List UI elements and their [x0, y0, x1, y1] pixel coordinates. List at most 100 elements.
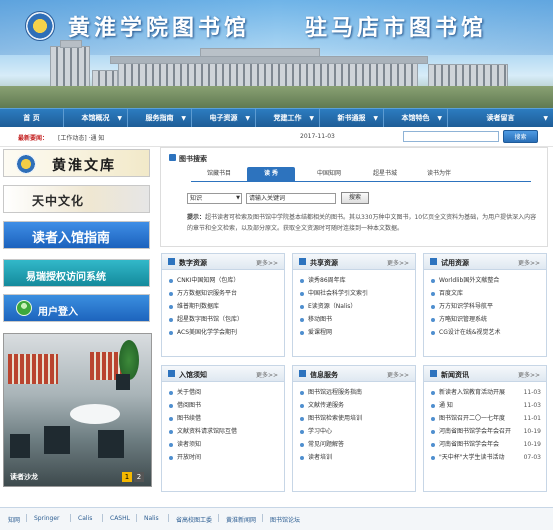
list-item[interactable]: 读者须知	[162, 438, 284, 451]
nav-item-new-books[interactable]: 新书通报 ▼	[320, 109, 384, 128]
nav-item-service-guide[interactable]: 服务指南 ▼	[128, 109, 192, 128]
ticker-text[interactable]: [工作动态] ·通 知	[58, 133, 104, 142]
list-item[interactable]: 万方数据知识服务平台	[162, 287, 284, 300]
news-item[interactable]: 图书馆召开二〇一七年度 11-01	[424, 412, 546, 425]
nav-item-about[interactable]: 本馆概况 ▼	[64, 109, 128, 128]
nav-item-features[interactable]: 本馆特色 ▼	[384, 109, 448, 128]
list-item[interactable]: 图书馆远程服务指南	[293, 386, 415, 399]
reading-salon-photo[interactable]: 读者沙龙 1 2	[3, 333, 152, 487]
bullet-icon	[300, 304, 304, 309]
list-item-text: 读者须知	[177, 441, 202, 448]
nav-label: 新书通报	[337, 114, 366, 122]
list-item[interactable]: Worldlib国外文献整合	[424, 274, 546, 287]
panel-title: 入馆须知	[179, 371, 207, 379]
list-item-text: 爱课程网	[308, 329, 333, 336]
keyword-input[interactable]: 请输入关键词	[246, 193, 336, 204]
list-item[interactable]: CNKI中国知网（包库）	[162, 274, 284, 287]
bullet-icon	[169, 278, 173, 283]
list-item[interactable]: 读者培训	[293, 451, 415, 464]
list-item[interactable]: 移动图书	[293, 313, 415, 326]
list-item-text: 图书续借	[177, 415, 202, 422]
tianzhong-culture-banner[interactable]: 天中文化	[3, 185, 150, 213]
more-link[interactable]: 更多>>	[387, 370, 409, 379]
footer-link[interactable]: CASHL	[110, 515, 130, 522]
tab-cnki[interactable]: 中国知网	[301, 167, 357, 181]
list-item[interactable]: 图书续借	[162, 412, 284, 425]
panel-admission-notice: 入馆须知 更多>> 关于借阅 借阅图书 图书续借 文献资料请求馆际互借 读者须知 …	[161, 365, 285, 492]
site-search-button[interactable]: 搜索	[503, 130, 538, 143]
bullet-icon	[431, 390, 435, 395]
banner-title-right: 驻马店市图书馆	[305, 15, 488, 41]
chevron-down-icon: ▼	[181, 115, 186, 122]
footer-link[interactable]: Springer	[34, 515, 60, 522]
nav-item-e-resources[interactable]: 电子资源 ▼	[192, 109, 256, 128]
footer-link[interactable]: Nalis	[144, 515, 159, 522]
list-item[interactable]: 学习中心	[293, 425, 415, 438]
footer-link[interactable]: 黄淮新闻网	[226, 515, 256, 524]
list-item[interactable]: 中国社会科学引文索引	[293, 287, 415, 300]
list-item[interactable]: E读资源（Nalis）	[293, 300, 415, 313]
bullet-icon	[431, 304, 435, 309]
nav-item-messages[interactable]: 读者留言 ▼	[448, 109, 553, 128]
list-item[interactable]: 常见问题解答	[293, 438, 415, 451]
footer-link[interactable]: Calis	[78, 515, 92, 522]
user-login-banner[interactable]: 用户登入	[3, 294, 150, 322]
list-item[interactable]: 超星数字图书馆（包库）	[162, 313, 284, 326]
building-tower-top	[60, 40, 82, 48]
bullet-icon	[169, 330, 173, 335]
more-link[interactable]: 更多>>	[518, 370, 540, 379]
list-item[interactable]: 关于借阅	[162, 386, 284, 399]
list-item-text: 百度文库	[439, 290, 464, 297]
list-item-text: E读资源（Nalis）	[308, 303, 357, 310]
nav-item-party-work[interactable]: 党建工作 ▼	[256, 109, 320, 128]
more-link[interactable]: 更多>>	[256, 258, 278, 267]
site-search-input[interactable]	[403, 131, 499, 142]
list-item[interactable]: 维普期刊数据库	[162, 300, 284, 313]
more-link[interactable]: 更多>>	[256, 370, 278, 379]
list-item[interactable]: 文献资料请求馆际互借	[162, 425, 284, 438]
banner-label: 天中文化	[32, 194, 85, 208]
list-item[interactable]: 百度文库	[424, 287, 546, 300]
list-item[interactable]: 开放时间	[162, 451, 284, 464]
list-item[interactable]: 文献传递服务	[293, 399, 415, 412]
list-item[interactable]: ACS美国化学学会期刊	[162, 326, 284, 339]
tab-duxiu[interactable]: 读 秀	[247, 167, 295, 181]
tab-catalog[interactable]: 馆藏书目	[191, 167, 247, 181]
news-item[interactable]: 通 知 11-03	[424, 399, 546, 412]
book-search-button[interactable]: 搜索	[341, 192, 369, 204]
list-item[interactable]: 方略知识管理系统	[424, 313, 546, 326]
list-item[interactable]: 爱课程网	[293, 326, 415, 339]
tip-text: 超书读者可检索及图书馆中学院基本结都相关的图书。其以330万种中文图书，10亿页…	[187, 214, 537, 232]
panel-info-services: 信息服务 更多>> 图书馆远程服务指南 文献传递服务 图书馆检索使用培训 学习中心…	[292, 365, 416, 492]
news-item[interactable]: "天中杯"大学生读书活动 07-03	[424, 451, 546, 464]
list-item[interactable]: 借阅图书	[162, 399, 284, 412]
bullet-icon	[169, 304, 173, 309]
tab-chaoxing[interactable]: 超星书城	[357, 167, 413, 181]
more-link[interactable]: 更多>>	[387, 258, 409, 267]
slide-dot-2[interactable]: 2	[134, 472, 144, 482]
list-item[interactable]: 图书馆检索使用培训	[293, 412, 415, 425]
news-item[interactable]: 河南省图书馆学会年会 10-19	[424, 438, 546, 451]
huanghuai-library-banner[interactable]: 黄淮文库	[3, 149, 150, 177]
more-link[interactable]: 更多>>	[518, 258, 540, 267]
news-item[interactable]: 新读者入馆教育活动开展 11-03	[424, 386, 546, 399]
library-roof	[110, 56, 428, 64]
authorized-access-banner[interactable]: 易瑞授权访问系统	[3, 259, 150, 287]
footer-link[interactable]: 省高校图工委	[176, 515, 212, 524]
footer-link[interactable]: 知网	[8, 515, 20, 524]
slide-dot-1[interactable]: 1	[122, 472, 132, 482]
reader-guide-banner[interactable]: 读者入馆指南	[3, 221, 150, 249]
list-item[interactable]: CG设计在线&视觉艺术	[424, 326, 546, 339]
news-item[interactable]: 河南省图书馆学会年会召开 10-19	[424, 425, 546, 438]
tab-reading-partner[interactable]: 读书为伴	[411, 167, 467, 181]
list-item-text: 图书馆检索使用培训	[308, 415, 363, 422]
nav-item-home[interactable]: 首 页	[0, 109, 64, 128]
news-date: 11-01	[523, 415, 541, 422]
list-item-text: 借阅图书	[177, 402, 202, 409]
list-item[interactable]: 万方知识学科导航平	[424, 300, 546, 313]
search-field-select[interactable]: 知识 ▼	[187, 193, 242, 204]
footer-link[interactable]: 图书馆论坛	[270, 515, 300, 524]
news-title: 河南省图书馆学会年会	[439, 441, 500, 448]
university-logo-icon[interactable]	[25, 11, 55, 41]
list-item[interactable]: 读秀86周年库	[293, 274, 415, 287]
